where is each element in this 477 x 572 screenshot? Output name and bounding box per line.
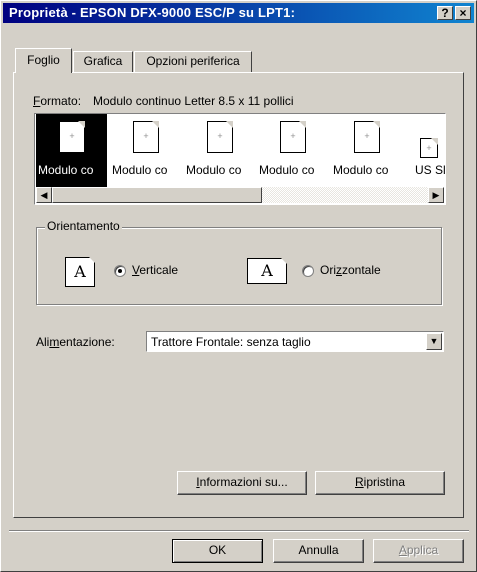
list-item-label: US Sl <box>415 163 446 177</box>
orientation-legend: Orientamento <box>45 219 122 233</box>
list-item[interactable]: + Modulo co <box>184 114 254 188</box>
list-item[interactable]: + Modulo co <box>110 114 180 188</box>
format-value: Modulo continuo Letter 8.5 x 11 pollici <box>93 94 294 108</box>
landscape-page-icon: A <box>247 258 287 284</box>
paper-feed-select[interactable]: Trattore Frontale: senza taglio ▼ <box>146 331 444 352</box>
close-button[interactable]: × <box>455 6 471 20</box>
tab-opzioni-label: Opzioni periferica <box>146 54 240 68</box>
list-item[interactable]: + Modulo co <box>257 114 327 188</box>
paper-feed-label: Alimentazione: <box>36 335 115 349</box>
landscape-label[interactable]: Orizzontale <box>320 263 381 277</box>
list-item[interactable]: + Modulo co <box>331 114 401 188</box>
orientation-group <box>36 227 442 305</box>
list-item-label: Modulo co <box>333 163 389 177</box>
window-title: Proprietà - EPSON DFX-9000 ESC/P su LPT1… <box>9 5 296 20</box>
paper-size-list[interactable]: + Modulo co + Modulo co + Modulo co + Mo… <box>34 113 446 205</box>
portrait-radio[interactable] <box>114 265 126 277</box>
tab-opzioni-periferica[interactable]: Opzioni periferica <box>134 51 252 72</box>
horizontal-scrollbar[interactable]: ◀ ▶ <box>36 187 444 203</box>
title-bar[interactable]: Proprietà - EPSON DFX-9000 ESC/P su LPT1… <box>3 3 474 23</box>
reset-button[interactable]: Ripristina <box>315 471 445 495</box>
scroll-right-button[interactable]: ▶ <box>428 187 444 203</box>
portrait-page-icon: A <box>65 257 95 287</box>
paper-icon: + <box>207 121 233 153</box>
list-item[interactable]: + US Sl <box>405 114 446 188</box>
paper-feed-value: Trattore Frontale: senza taglio <box>151 335 311 349</box>
scroll-thumb[interactable] <box>52 187 262 203</box>
tab-grafica-label: Grafica <box>83 54 123 68</box>
properties-dialog: Proprietà - EPSON DFX-9000 ESC/P su LPT1… <box>0 0 477 572</box>
separator <box>9 530 469 532</box>
list-item-label: Modulo co <box>112 163 168 177</box>
paper-icon: + <box>354 121 380 153</box>
info-button[interactable]: Informazioni su... <box>177 471 307 495</box>
paper-icon: + <box>59 121 85 153</box>
landscape-radio[interactable] <box>302 265 314 277</box>
tab-foglio[interactable]: Foglio <box>15 48 72 73</box>
format-label: Formato: <box>33 94 82 108</box>
list-item-label: Modulo co <box>38 163 94 177</box>
list-item-label: Modulo co <box>259 163 315 177</box>
tab-foglio-label: Foglio <box>27 53 60 67</box>
paper-icon: + <box>280 121 306 153</box>
ok-button[interactable]: OK <box>172 539 263 563</box>
scroll-left-button[interactable]: ◀ <box>36 187 52 203</box>
cancel-button[interactable]: Annulla <box>273 539 364 563</box>
tab-grafica[interactable]: Grafica <box>73 51 133 72</box>
envelope-paper-icon: + <box>420 138 438 158</box>
chevron-down-icon[interactable]: ▼ <box>426 333 442 350</box>
list-item-label: Modulo co <box>186 163 242 177</box>
paper-icon: + <box>133 121 159 153</box>
apply-button[interactable]: Applica <box>373 539 464 563</box>
portrait-label[interactable]: Verticale <box>132 263 178 277</box>
help-button[interactable]: ? <box>437 6 453 20</box>
list-item[interactable]: + Modulo co <box>36 114 107 188</box>
